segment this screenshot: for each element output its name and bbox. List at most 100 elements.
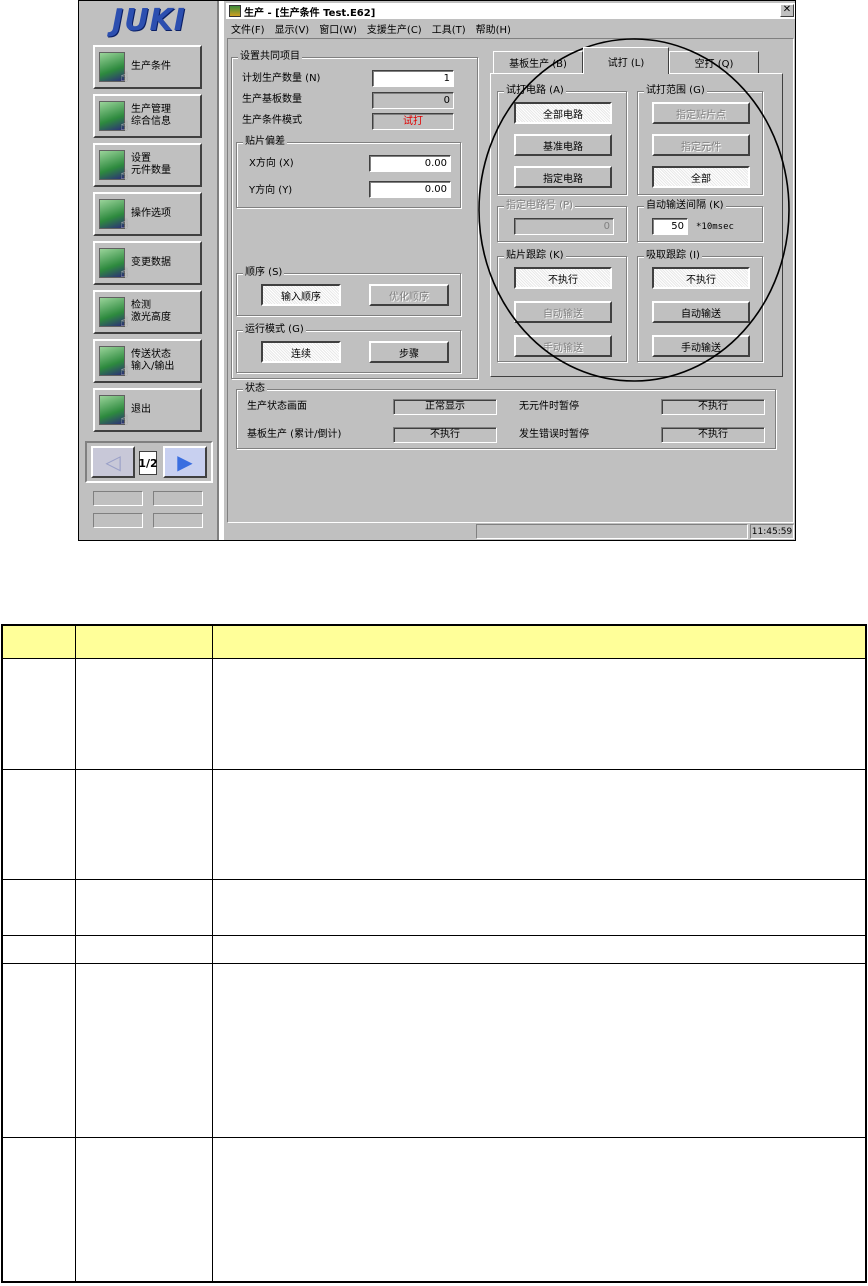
tab-dry-run[interactable]: 空打 (Q) — [669, 51, 759, 73]
mount-track-auto-button[interactable]: 自动输送 — [514, 301, 612, 323]
base-circuit-button[interactable]: 基准电路 — [514, 134, 612, 156]
group-title: 贴片跟踪 (K) — [504, 250, 566, 262]
group-title: 状态 — [243, 383, 267, 395]
production-window: 生产 - [生产条件 Test.E62] ✕ 文件(F) 显示(V) 窗口(W)… — [223, 1, 795, 540]
window-title: 生产 - [生产条件 Test.E62] — [244, 7, 376, 19]
sidebar-button-label: 变更数据 — [131, 257, 171, 268]
close-button[interactable]: ✕ — [780, 4, 794, 17]
group-title: 运行模式 (G) — [243, 324, 306, 336]
pick-track-not-exec-button[interactable]: 不执行 — [652, 267, 750, 289]
sidebar-button-production-condition[interactable]: 生产条件 — [93, 45, 202, 89]
sidebar-button-change-data[interactable]: 变更数据 — [93, 241, 202, 285]
mode-label: 生产条件模式 — [242, 115, 302, 126]
operation-options-icon — [99, 199, 128, 232]
all-circuits-button[interactable]: 全部电路 — [514, 102, 612, 124]
step-button[interactable]: 步骤 — [369, 341, 449, 363]
status-bar-pane — [476, 524, 748, 539]
group-title: 指定电路号 (P) — [504, 200, 576, 212]
run-mode-group: 运行模式 (G) 连续 步骤 — [236, 324, 461, 373]
planned-qty-field[interactable]: 1 — [372, 70, 454, 87]
specified-circuit-button[interactable]: 指定电路 — [514, 166, 612, 188]
status-screen-label: 生产状态画面 — [247, 401, 307, 412]
sidebar-button-conveyor-io[interactable]: 传送状态 输入/输出 — [93, 339, 202, 383]
sidebar-button-label: 检测 激光高度 — [131, 300, 171, 323]
title-bar: 生产 - [生产条件 Test.E62] ✕ — [226, 3, 795, 19]
specify-component-button[interactable]: 指定元件 — [652, 134, 750, 156]
optimize-sequence-button[interactable]: 优化顺序 — [369, 284, 449, 306]
table-row — [1, 768, 867, 880]
circuit-number-group: 指定电路号 (P) 0 — [497, 200, 627, 242]
pick-track-auto-button[interactable]: 自动输送 — [652, 301, 750, 323]
conveyor-io-icon — [99, 346, 128, 379]
group-title: 自动输送间隔 (K) — [644, 200, 726, 212]
table-row — [1, 962, 867, 1138]
range-all-button[interactable]: 全部 — [652, 166, 750, 188]
error-pause-label: 发生错误时暂停 — [519, 429, 589, 440]
group-title: 贴片偏差 — [243, 136, 287, 148]
table-row — [1, 657, 867, 770]
trial-tab-panel: 试打电路 (A) 全部电路 基准电路 指定电路 试打范围 (G) 指定贴片点 指… — [490, 73, 783, 377]
production-screenshot: JUKI 生产条件 生产管理 综合信息 设置 元件数量 操作选项 变更数据 检测… — [78, 0, 796, 541]
tab-trial[interactable]: 试打 (L) — [583, 47, 669, 74]
sidebar-button-label: 操作选项 — [131, 208, 171, 219]
triangle-right-icon: ▶ — [177, 450, 193, 474]
menu-support-production[interactable]: 支援生产(C) — [362, 21, 427, 36]
sidebar-button-label: 生产管理 综合信息 — [131, 104, 171, 127]
auto-interval-field[interactable]: 50 — [652, 218, 688, 235]
group-title: 试打范围 (G) — [644, 85, 707, 97]
sidebar-button-component-count[interactable]: 设置 元件数量 — [93, 143, 202, 187]
menu-tools[interactable]: 工具(T) — [427, 21, 471, 36]
mount-track-not-exec-button[interactable]: 不执行 — [514, 267, 612, 289]
tab-board-production[interactable]: 基板生产 (B) — [493, 51, 583, 73]
client-area: 设置共同项目 计划生产数量 (N) 1 生产基板数量 0 生产条件模式 试打 贴… — [227, 38, 794, 523]
x-offset-field[interactable]: 0.00 — [369, 155, 451, 172]
menu-bar: 文件(F) 显示(V) 窗口(W) 支援生产(C) 工具(T) 帮助(H) — [226, 20, 795, 37]
menu-file[interactable]: 文件(F) — [226, 21, 270, 36]
no-component-pause-value: 不执行 — [661, 399, 765, 415]
sidebar-button-exit[interactable]: 退出 — [93, 388, 202, 432]
y-offset-label: Y方向 (Y) — [249, 185, 293, 196]
page-indicator: 1/2 — [138, 451, 158, 475]
menu-window[interactable]: 窗口(W) — [314, 21, 362, 36]
sidebar-button-laser-height[interactable]: 检测 激光高度 — [93, 290, 202, 334]
sequence-group: 顺序 (S) 输入顺序 优化顺序 — [236, 267, 461, 316]
sidebar-button-management-info[interactable]: 生产管理 综合信息 — [93, 94, 202, 138]
menu-help[interactable]: 帮助(H) — [471, 21, 516, 36]
prev-page-button[interactable]: ◁ — [91, 446, 135, 478]
description-table — [1, 624, 867, 1283]
trial-range-group: 试打范围 (G) 指定贴片点 指定元件 全部 — [637, 85, 763, 195]
change-data-icon — [99, 248, 128, 281]
status-group: 状态 生产状态画面 正常显示 无元件时暂停 不执行 基板生产 (累计/倒计) 不… — [236, 383, 776, 449]
group-title: 顺序 (S) — [243, 267, 285, 279]
offset-group: 贴片偏差 X方向 (X) 0.00 Y方向 (Y) 0.00 — [236, 136, 461, 208]
menu-view[interactable]: 显示(V) — [270, 21, 315, 36]
sidebar-button-operation-options[interactable]: 操作选项 — [93, 192, 202, 236]
continuous-button[interactable]: 连续 — [261, 341, 341, 363]
group-title: 试打电路 (A) — [504, 85, 566, 97]
planned-qty-label: 计划生产数量 (N) — [242, 73, 321, 84]
common-settings-group: 设置共同项目 计划生产数量 (N) 1 生产基板数量 0 生产条件模式 试打 贴… — [231, 51, 478, 379]
specify-point-button[interactable]: 指定贴片点 — [652, 102, 750, 124]
sidebar-empty-slot — [153, 491, 203, 506]
pick-track-manual-button[interactable]: 手动输送 — [652, 335, 750, 357]
sidebar-button-label: 生产条件 — [131, 61, 171, 72]
circuit-number-field: 0 — [514, 218, 614, 235]
next-page-button[interactable]: ▶ — [163, 446, 207, 478]
triangle-left-icon: ◁ — [105, 450, 121, 474]
mount-track-manual-button[interactable]: 手动输送 — [514, 335, 612, 357]
status-bar-clock: 11:45:59 — [750, 524, 794, 539]
sidebar-button-label: 退出 — [131, 404, 151, 415]
mode-value: 试打 — [372, 113, 454, 130]
exit-icon — [99, 395, 128, 428]
management-info-icon — [99, 101, 128, 134]
status-screen-value: 正常显示 — [393, 399, 497, 415]
table-row — [1, 1136, 867, 1283]
sidebar-empty-slot — [153, 513, 203, 528]
production-condition-icon — [99, 52, 128, 85]
laser-height-icon — [99, 297, 128, 330]
board-count-label: 生产基板数量 — [242, 94, 302, 105]
input-sequence-button[interactable]: 输入顺序 — [261, 284, 341, 306]
table-header-cell — [1, 624, 76, 659]
y-offset-field[interactable]: 0.00 — [369, 181, 451, 198]
table-header-row — [1, 624, 867, 659]
